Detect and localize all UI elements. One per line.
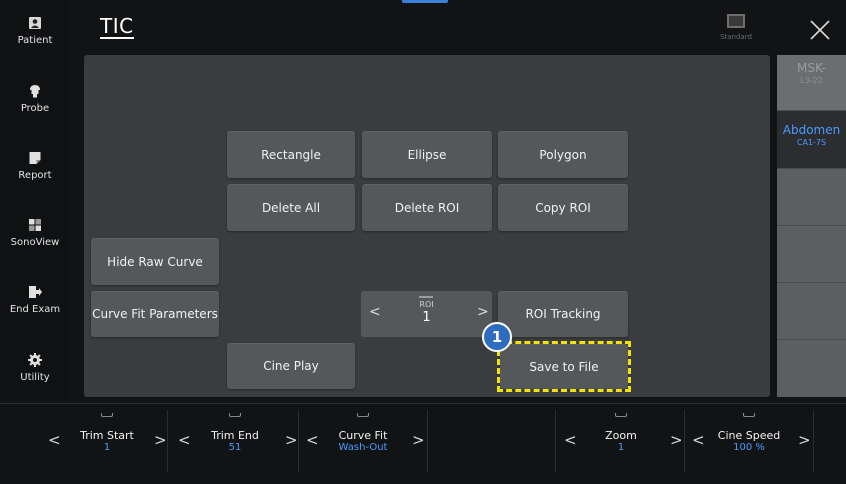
trim-end-control[interactable]: Trim End 51	[190, 405, 280, 477]
copy-roi-button[interactable]: Copy ROI	[498, 184, 628, 231]
probe-slot-empty[interactable]	[777, 226, 846, 283]
left-sidebar: Patient Probe Report SonoView End Exam U…	[0, 0, 70, 400]
probe-name: Abdomen	[782, 123, 841, 137]
roi-tracking-button[interactable]: ROI Tracking	[498, 291, 628, 337]
probe-slot-empty[interactable]	[777, 283, 846, 340]
probe-item-abdomen[interactable]: Abdomen CA1-7S	[777, 111, 846, 169]
sidebar-item-report[interactable]: Report	[0, 151, 70, 201]
knob-indicator	[615, 413, 627, 417]
zoom-label: Zoom	[605, 429, 637, 442]
knob-indicator	[743, 413, 755, 417]
roi-selector-label: ROI	[419, 300, 434, 309]
sidebar-item-label: End Exam	[9, 304, 61, 315]
title-underline	[100, 37, 134, 39]
probe-list: MSK- L3-22 Abdomen CA1-7S	[777, 55, 846, 397]
sidebar-item-probe[interactable]: Probe	[0, 84, 70, 134]
trim-end-value: 51	[228, 442, 242, 453]
zoom-value: 1	[617, 442, 625, 453]
top-indicator	[402, 0, 448, 3]
knob-indicator	[101, 413, 113, 417]
delete-all-button[interactable]: Delete All	[227, 184, 355, 231]
sidebar-item-label: SonoView	[10, 237, 60, 248]
chevron-left-icon[interactable]: <	[178, 431, 191, 449]
roi-selector-value: 1	[422, 310, 431, 325]
chevron-left-icon[interactable]: <	[564, 431, 577, 449]
sidebar-item-utility[interactable]: Utility	[0, 353, 70, 403]
chevron-right-icon[interactable]: >	[477, 304, 489, 320]
sonoview-icon	[29, 219, 41, 231]
chevron-right-icon[interactable]: >	[670, 431, 683, 449]
probe-model: L3-22	[800, 76, 823, 85]
roi-indicator	[419, 296, 433, 298]
trim-start-value: 1	[103, 442, 111, 453]
cine-speed-label: Cine Speed	[717, 429, 781, 442]
chevron-left-icon[interactable]: <	[48, 431, 61, 449]
zoom-control[interactable]: Zoom 1	[576, 405, 666, 477]
chevron-right-icon[interactable]: >	[285, 431, 298, 449]
trim-start-label: Trim Start	[80, 429, 134, 442]
divider	[684, 410, 685, 472]
preset-standard[interactable]: Standard	[716, 14, 756, 41]
chevron-right-icon[interactable]: >	[412, 431, 425, 449]
trim-start-control[interactable]: Trim Start 1	[62, 405, 152, 477]
probe-item-msk[interactable]: MSK- L3-22	[777, 55, 846, 111]
sidebar-item-label: Utility	[20, 372, 50, 383]
roi-selector[interactable]: < ROI 1 >	[361, 291, 492, 337]
sidebar-item-end-exam[interactable]: End Exam	[0, 285, 70, 335]
cine-play-button[interactable]: Cine Play	[227, 343, 355, 389]
gear-icon	[28, 353, 42, 367]
chevron-right-icon[interactable]: >	[154, 431, 167, 449]
probe-name: MSK-	[797, 61, 826, 75]
curve-fit-value: Wash-Out	[338, 442, 388, 453]
trim-end-label: Trim End	[211, 429, 259, 442]
monitor-icon	[727, 14, 745, 28]
divider	[167, 410, 168, 472]
curve-fit-control[interactable]: Curve Fit Wash-Out	[318, 405, 408, 477]
sidebar-item-sonoview[interactable]: SonoView	[0, 218, 70, 268]
probe-icon	[30, 85, 40, 98]
cine-speed-value: 100 %	[733, 442, 765, 453]
probe-slot-empty[interactable]	[777, 340, 846, 397]
delete-roi-button[interactable]: Delete ROI	[362, 184, 492, 231]
chevron-right-icon[interactable]: >	[798, 431, 811, 449]
bottom-divider	[0, 403, 846, 404]
curve-fit-parameters-button[interactable]: Curve Fit Parameters	[91, 291, 219, 337]
close-icon[interactable]	[808, 18, 832, 42]
probe-slot-empty[interactable]	[777, 169, 846, 226]
divider	[555, 410, 556, 472]
page-title: TIC	[100, 14, 134, 38]
knob-indicator	[357, 413, 369, 417]
patient-icon	[29, 17, 41, 29]
report-icon	[29, 152, 41, 164]
chevron-left-icon[interactable]: <	[692, 431, 705, 449]
preset-label: Standard	[720, 33, 752, 41]
curve-fit-label: Curve Fit	[338, 429, 388, 442]
sidebar-item-label: Probe	[20, 103, 50, 114]
sidebar-item-patient[interactable]: Patient	[0, 16, 70, 66]
knob-indicator	[229, 413, 241, 417]
polygon-button[interactable]: Polygon	[498, 131, 628, 178]
save-to-file-highlight	[497, 341, 631, 392]
rectangle-button[interactable]: Rectangle	[227, 131, 355, 178]
ellipse-button[interactable]: Ellipse	[362, 131, 492, 178]
hide-raw-curve-button[interactable]: Hide Raw Curve	[91, 238, 219, 285]
divider	[427, 410, 428, 472]
chevron-left-icon[interactable]: <	[306, 431, 319, 449]
sidebar-item-label: Patient	[17, 35, 53, 46]
probe-model: CA1-7S	[796, 138, 827, 147]
step-marker: 1	[482, 322, 512, 352]
end-exam-icon	[29, 286, 42, 298]
divider	[813, 410, 814, 472]
sidebar-item-label: Report	[18, 170, 52, 181]
divider	[298, 410, 299, 472]
cine-speed-control[interactable]: Cine Speed 100 %	[704, 405, 794, 477]
